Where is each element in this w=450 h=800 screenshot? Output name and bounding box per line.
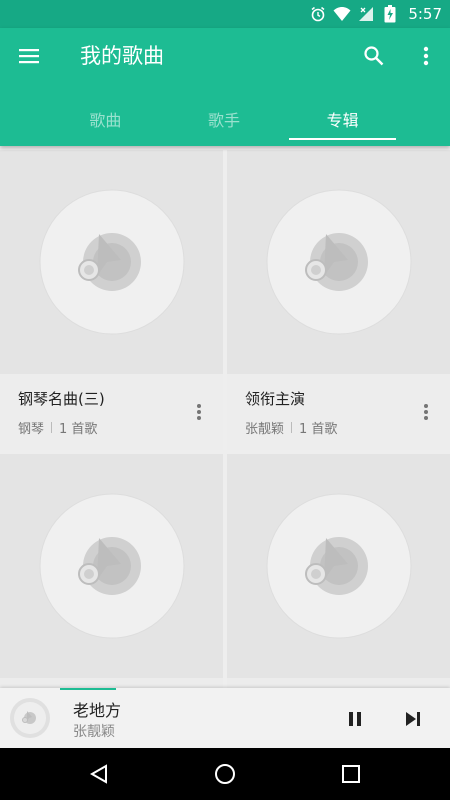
pause-button[interactable] bbox=[342, 706, 368, 732]
album-artist: 钢琴 bbox=[18, 422, 45, 437]
toolbar: 我的歌曲 bbox=[0, 28, 450, 84]
album-grid: 钢琴名曲(三) 钢琴 1 首歌 领衔主演 张靓颖 1 首歌 bbox=[0, 148, 450, 688]
disc-icon bbox=[39, 493, 184, 639]
disc-icon bbox=[14, 702, 46, 734]
divider bbox=[51, 422, 53, 433]
more-vert-icon bbox=[424, 404, 428, 420]
search-button[interactable] bbox=[360, 42, 388, 70]
playback-progress bbox=[60, 688, 116, 690]
tab-artists[interactable]: 歌手 bbox=[165, 92, 284, 146]
album-artist: 张靓颖 bbox=[245, 422, 285, 437]
now-playing-art bbox=[10, 698, 50, 738]
album-title: 领衔主演 bbox=[245, 390, 306, 408]
more-vert-icon bbox=[423, 46, 429, 66]
disc-icon bbox=[266, 493, 411, 639]
now-playing-artist: 张靓颖 bbox=[73, 724, 115, 740]
disc-icon bbox=[266, 189, 411, 335]
album-title: 钢琴名曲(三) bbox=[18, 390, 105, 408]
album-song-count: 1 首歌 bbox=[299, 422, 338, 437]
divider bbox=[291, 422, 293, 433]
tab-songs[interactable]: 歌曲 bbox=[46, 92, 165, 146]
recents-icon bbox=[342, 765, 360, 783]
album-art-placeholder bbox=[227, 150, 450, 374]
next-track-button[interactable] bbox=[400, 706, 426, 732]
album-art-placeholder bbox=[0, 150, 223, 374]
album-more-button[interactable] bbox=[187, 398, 211, 426]
overflow-menu-button[interactable] bbox=[412, 42, 440, 70]
recents-button[interactable] bbox=[338, 761, 364, 787]
album-meta: 张靓颖 1 首歌 bbox=[245, 418, 337, 437]
signal-icon bbox=[356, 4, 376, 24]
search-icon bbox=[364, 46, 384, 66]
system-nav-bar bbox=[0, 748, 450, 800]
menu-button[interactable] bbox=[16, 42, 44, 70]
more-vert-icon bbox=[197, 404, 201, 420]
disc-icon bbox=[39, 189, 184, 335]
album-info: 钢琴名曲(三) 钢琴 1 首歌 bbox=[0, 374, 223, 450]
album-art-placeholder bbox=[0, 454, 223, 678]
mini-player[interactable]: 老地方 张靓颖 bbox=[0, 688, 450, 748]
pause-icon bbox=[349, 712, 361, 726]
album-card[interactable]: 钢琴名曲(三) 钢琴 1 首歌 bbox=[0, 150, 223, 450]
menu-icon bbox=[19, 49, 39, 64]
album-card[interactable] bbox=[227, 454, 450, 688]
skip-next-icon bbox=[406, 712, 420, 726]
battery-icon bbox=[380, 4, 400, 24]
album-card[interactable] bbox=[0, 454, 223, 688]
app-bar: 我的歌曲 歌曲 歌手 专辑 bbox=[0, 28, 450, 146]
album-more-button[interactable] bbox=[414, 398, 438, 426]
album-info: 领衔主演 张靓颖 1 首歌 bbox=[227, 374, 450, 450]
home-button[interactable] bbox=[212, 761, 238, 787]
wifi-icon bbox=[332, 4, 352, 24]
alarm-icon bbox=[308, 4, 328, 24]
tab-bar: 歌曲 歌手 专辑 bbox=[46, 92, 402, 146]
album-meta: 钢琴 1 首歌 bbox=[18, 418, 97, 437]
back-icon bbox=[89, 764, 107, 784]
now-playing-title: 老地方 bbox=[73, 701, 122, 720]
album-art-placeholder bbox=[227, 454, 450, 678]
status-bar: 5:57 bbox=[0, 0, 450, 28]
home-icon bbox=[215, 764, 235, 784]
page-title: 我的歌曲 bbox=[80, 44, 164, 68]
status-time: 5:57 bbox=[408, 5, 442, 23]
back-button[interactable] bbox=[86, 761, 112, 787]
tab-albums[interactable]: 专辑 bbox=[283, 92, 402, 146]
album-song-count: 1 首歌 bbox=[59, 422, 98, 437]
album-card[interactable]: 领衔主演 张靓颖 1 首歌 bbox=[227, 150, 450, 450]
